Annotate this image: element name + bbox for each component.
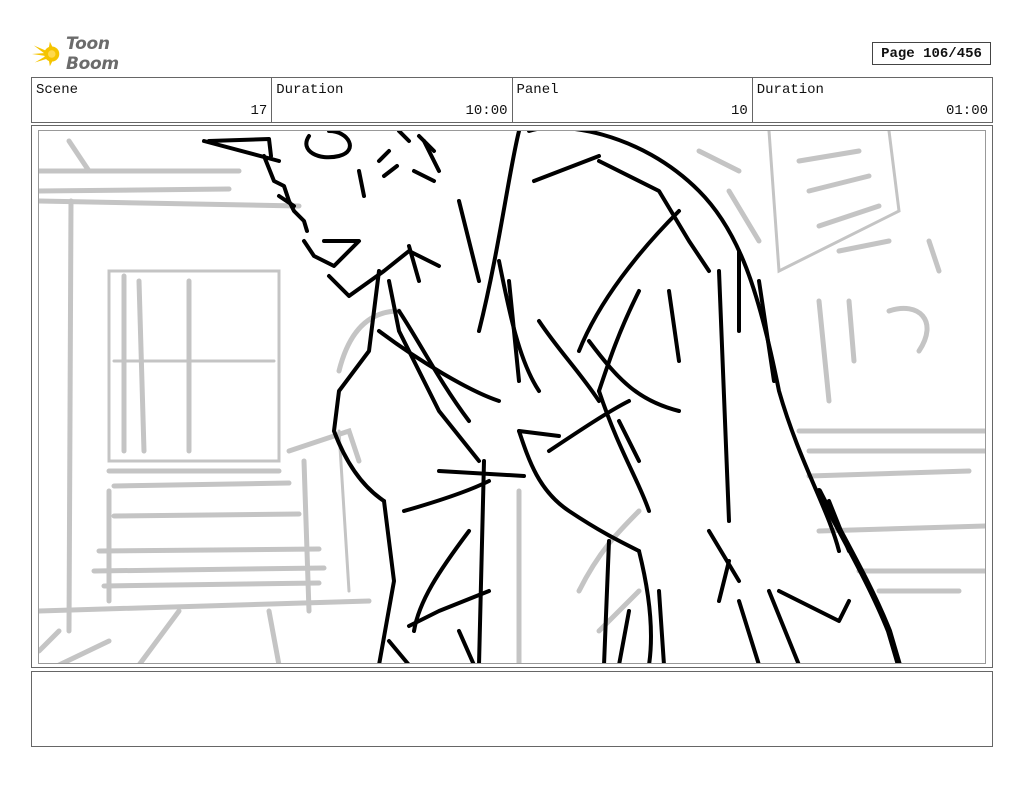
scene-value: 17 (250, 103, 268, 119)
panel-notes-box (31, 671, 993, 747)
panel-cell: Panel 10 (513, 78, 753, 122)
panel-label: Panel (516, 82, 559, 98)
panel-duration-value: 01:00 (945, 103, 988, 119)
page-counter: Page 106/456 (872, 42, 991, 65)
brand-name: Toon Boom (65, 34, 119, 74)
panel-duration-label: Duration (756, 82, 824, 98)
scene-duration-cell: Duration 10:00 (272, 78, 513, 122)
storyboard-panel-image (38, 130, 986, 664)
panel-value: 10 (730, 103, 748, 119)
scene-cell: Scene 17 (32, 78, 273, 122)
sketch-drawing (39, 131, 985, 663)
sun-star-icon (32, 41, 60, 67)
panel-duration-cell: Duration 01:00 (753, 78, 992, 122)
toon-boom-logo: Toon Boom (32, 34, 162, 74)
scene-duration-label: Duration (276, 82, 344, 98)
scene-label: Scene (36, 82, 79, 98)
scene-duration-value: 10:00 (465, 103, 508, 119)
background-sketch (39, 131, 985, 663)
panel-info-row: Scene 17 Duration 10:00 Panel 10 Duratio… (31, 77, 993, 123)
